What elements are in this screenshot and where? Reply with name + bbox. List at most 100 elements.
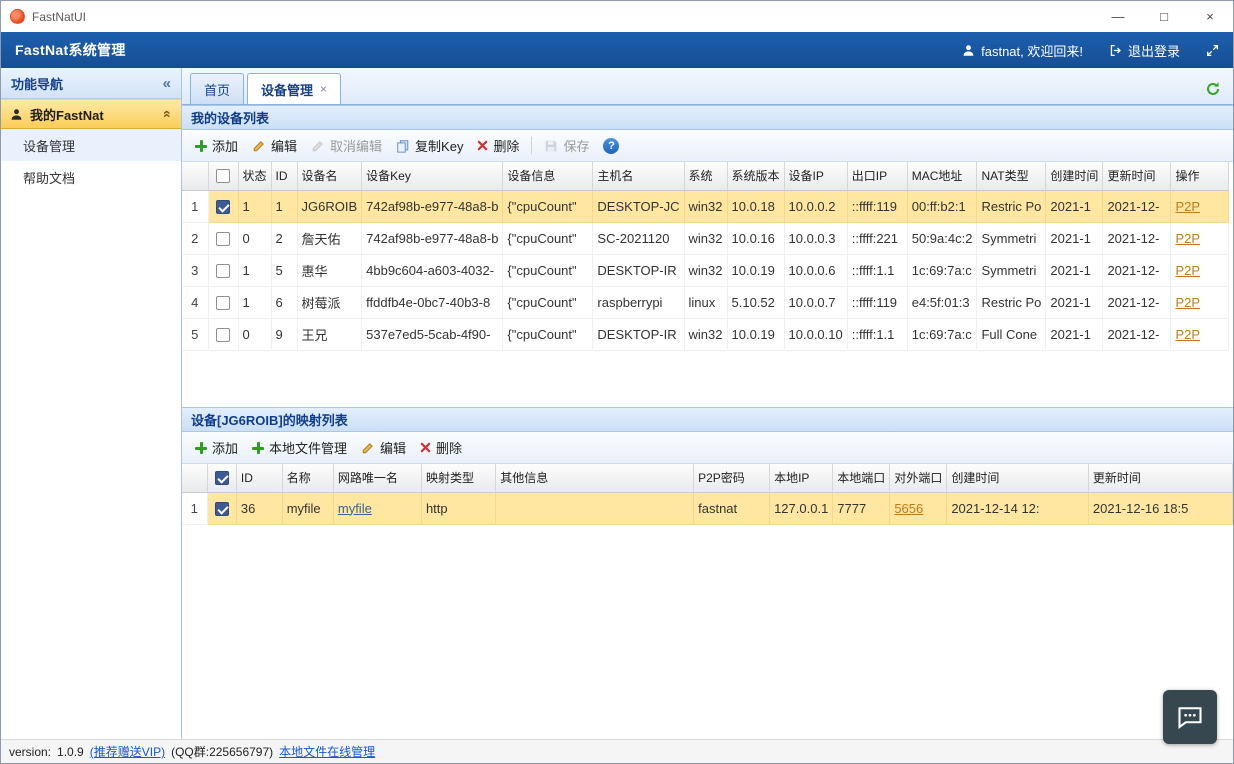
sidebar-group-myfastnat[interactable]: 我的FastNat « (1, 99, 181, 129)
col-id[interactable]: ID (236, 464, 282, 492)
p2p-link[interactable]: P2P (1175, 199, 1200, 214)
cell-id: 9 (271, 318, 297, 350)
edit-mapping-label: 编辑 (380, 438, 406, 457)
col-device-ip[interactable]: 设备IP (784, 162, 847, 190)
sidebar-item-device-management[interactable]: 设备管理 (1, 129, 181, 161)
vip-link[interactable]: (推荐赠送VIP) (90, 743, 165, 760)
cell-device-ip: 10.0.0.10 (784, 318, 847, 350)
col-updated[interactable]: 更新时间 (1088, 464, 1232, 492)
col-unique-name[interactable]: 网路唯一名 (333, 464, 421, 492)
close-button[interactable]: × (1187, 1, 1233, 32)
tab-home[interactable]: 首页 (190, 73, 244, 104)
window-titlebar: FastNatUI — □ × (1, 1, 1233, 32)
cell-operation: P2P (1171, 222, 1229, 254)
tab-close-icon[interactable]: × (320, 82, 327, 96)
p2p-link[interactable]: P2P (1175, 263, 1200, 278)
fullscreen-button[interactable] (1206, 44, 1219, 57)
cell-operation: P2P (1171, 254, 1229, 286)
cell-updated: 2021-12-16 18:5 (1088, 492, 1232, 524)
row-checkbox[interactable] (216, 296, 230, 310)
cell-unique-name: myfile (333, 492, 421, 524)
remote-port-link[interactable]: 5656 (894, 501, 923, 516)
maximize-button[interactable]: □ (1141, 1, 1187, 32)
cancel-edit-button[interactable]: 取消编辑 (304, 134, 389, 158)
device-table-header-row: 状态 ID 设备名 设备Key 设备信息 主机名 系统 系统版本 设备IP 出口… (182, 162, 1229, 190)
col-nat-type[interactable]: NAT类型 (977, 162, 1046, 190)
col-device-key[interactable]: 设备Key (362, 162, 503, 190)
mapping-list-panel: 设备[JG6ROIB]的映射列表 添加 本地文件管理 编辑 (182, 407, 1233, 739)
collapse-up-icon[interactable]: « (160, 110, 176, 118)
chat-button[interactable] (1163, 690, 1217, 744)
p2p-link[interactable]: P2P (1175, 231, 1200, 246)
copy-key-button[interactable]: 复制Key (389, 134, 470, 158)
col-out-ip[interactable]: 出口IP (847, 162, 907, 190)
col-operation[interactable]: 操作 (1171, 162, 1229, 190)
cell-hostname: DESKTOP-JC (593, 190, 684, 222)
cell-created: 2021-1 (1046, 222, 1103, 254)
device-row[interactable]: 1 1 1 JG6ROIB 742af98b-e977-48a8-b {"cpu… (182, 190, 1229, 222)
device-row[interactable]: 3 1 5 惠华 4bb9c604-a603-4032- {"cpuCount"… (182, 254, 1229, 286)
select-all-checkbox[interactable] (215, 471, 229, 485)
cell-mac: 1c:69:7a:c (907, 318, 977, 350)
delete-icon (420, 442, 431, 453)
row-checkbox[interactable] (216, 264, 230, 278)
col-id[interactable]: ID (271, 162, 297, 190)
p2p-link[interactable]: P2P (1175, 327, 1200, 342)
chat-icon (1176, 703, 1204, 731)
sidebar-collapse-icon[interactable]: « (163, 75, 171, 92)
cancel-edit-label: 取消编辑 (330, 136, 382, 155)
local-file-online-link[interactable]: 本地文件在线管理 (279, 743, 375, 760)
col-mac[interactable]: MAC地址 (907, 162, 977, 190)
col-status[interactable]: 状态 (238, 162, 271, 190)
delete-mapping-button[interactable]: 删除 (413, 436, 469, 460)
device-row[interactable]: 2 0 2 詹天佑 742af98b-e977-48a8-b {"cpuCoun… (182, 222, 1229, 254)
col-device-info[interactable]: 设备信息 (503, 162, 593, 190)
col-local-port[interactable]: 本地端口 (833, 464, 890, 492)
help-button[interactable]: ? (596, 134, 626, 158)
col-os[interactable]: 系统 (684, 162, 727, 190)
col-remote-port[interactable]: 对外端口 (890, 464, 947, 492)
col-other-info[interactable]: 其他信息 (496, 464, 694, 492)
row-checkbox[interactable] (216, 328, 230, 342)
edit-device-button[interactable]: 编辑 (245, 134, 304, 158)
p2p-link[interactable]: P2P (1175, 295, 1200, 310)
cell-os-version: 10.0.19 (727, 318, 784, 350)
add-device-button[interactable]: 添加 (188, 134, 245, 158)
mapping-table-header-row: ID 名称 网路唯一名 映射类型 其他信息 P2P密码 本地IP 本地端口 对外… (182, 464, 1233, 492)
save-button[interactable]: 保存 (537, 134, 596, 158)
select-all-checkbox[interactable] (216, 169, 230, 183)
col-os-version[interactable]: 系统版本 (727, 162, 784, 190)
unique-name-link[interactable]: myfile (338, 501, 372, 516)
device-row[interactable]: 4 1 6 树莓派 ffddfb4e-0bc7-40b3-8 {"cpuCoun… (182, 286, 1229, 318)
delete-device-button[interactable]: 删除 (470, 134, 526, 158)
cell-os: win32 (684, 222, 727, 254)
cell-updated: 2021-12- (1103, 222, 1171, 254)
sidebar-item-help-docs[interactable]: 帮助文档 (1, 161, 181, 193)
select-all-header[interactable] (207, 464, 236, 492)
pencil-cancel-icon (311, 139, 325, 153)
col-created[interactable]: 创建时间 (1046, 162, 1103, 190)
edit-mapping-button[interactable]: 编辑 (354, 436, 413, 460)
welcome-user[interactable]: fastnat, 欢迎回来! (962, 41, 1083, 60)
col-p2p-password[interactable]: P2P密码 (694, 464, 770, 492)
row-checkbox[interactable] (216, 200, 230, 214)
mapping-row[interactable]: 1 36 myfile myfile http fastnat 127.0.0.… (182, 492, 1233, 524)
select-all-header[interactable] (208, 162, 238, 190)
col-local-ip[interactable]: 本地IP (770, 464, 833, 492)
refresh-button[interactable] (1201, 77, 1225, 101)
tab-device-management[interactable]: 设备管理 × (247, 73, 341, 104)
logout-button[interactable]: 退出登录 (1109, 41, 1180, 60)
col-created[interactable]: 创建时间 (947, 464, 1089, 492)
minimize-button[interactable]: — (1095, 1, 1141, 32)
add-mapping-button[interactable]: 添加 (188, 436, 245, 460)
device-row[interactable]: 5 0 9 王兄 537e7ed5-5cab-4f90- {"cpuCount"… (182, 318, 1229, 350)
local-file-manager-button[interactable]: 本地文件管理 (245, 436, 354, 460)
row-checkbox[interactable] (216, 232, 230, 246)
cell-checkbox (207, 492, 236, 524)
col-updated[interactable]: 更新时间 (1103, 162, 1171, 190)
col-hostname[interactable]: 主机名 (593, 162, 684, 190)
col-device-name[interactable]: 设备名 (297, 162, 362, 190)
row-checkbox[interactable] (215, 502, 229, 516)
col-mapping-type[interactable]: 映射类型 (421, 464, 495, 492)
col-name[interactable]: 名称 (282, 464, 333, 492)
